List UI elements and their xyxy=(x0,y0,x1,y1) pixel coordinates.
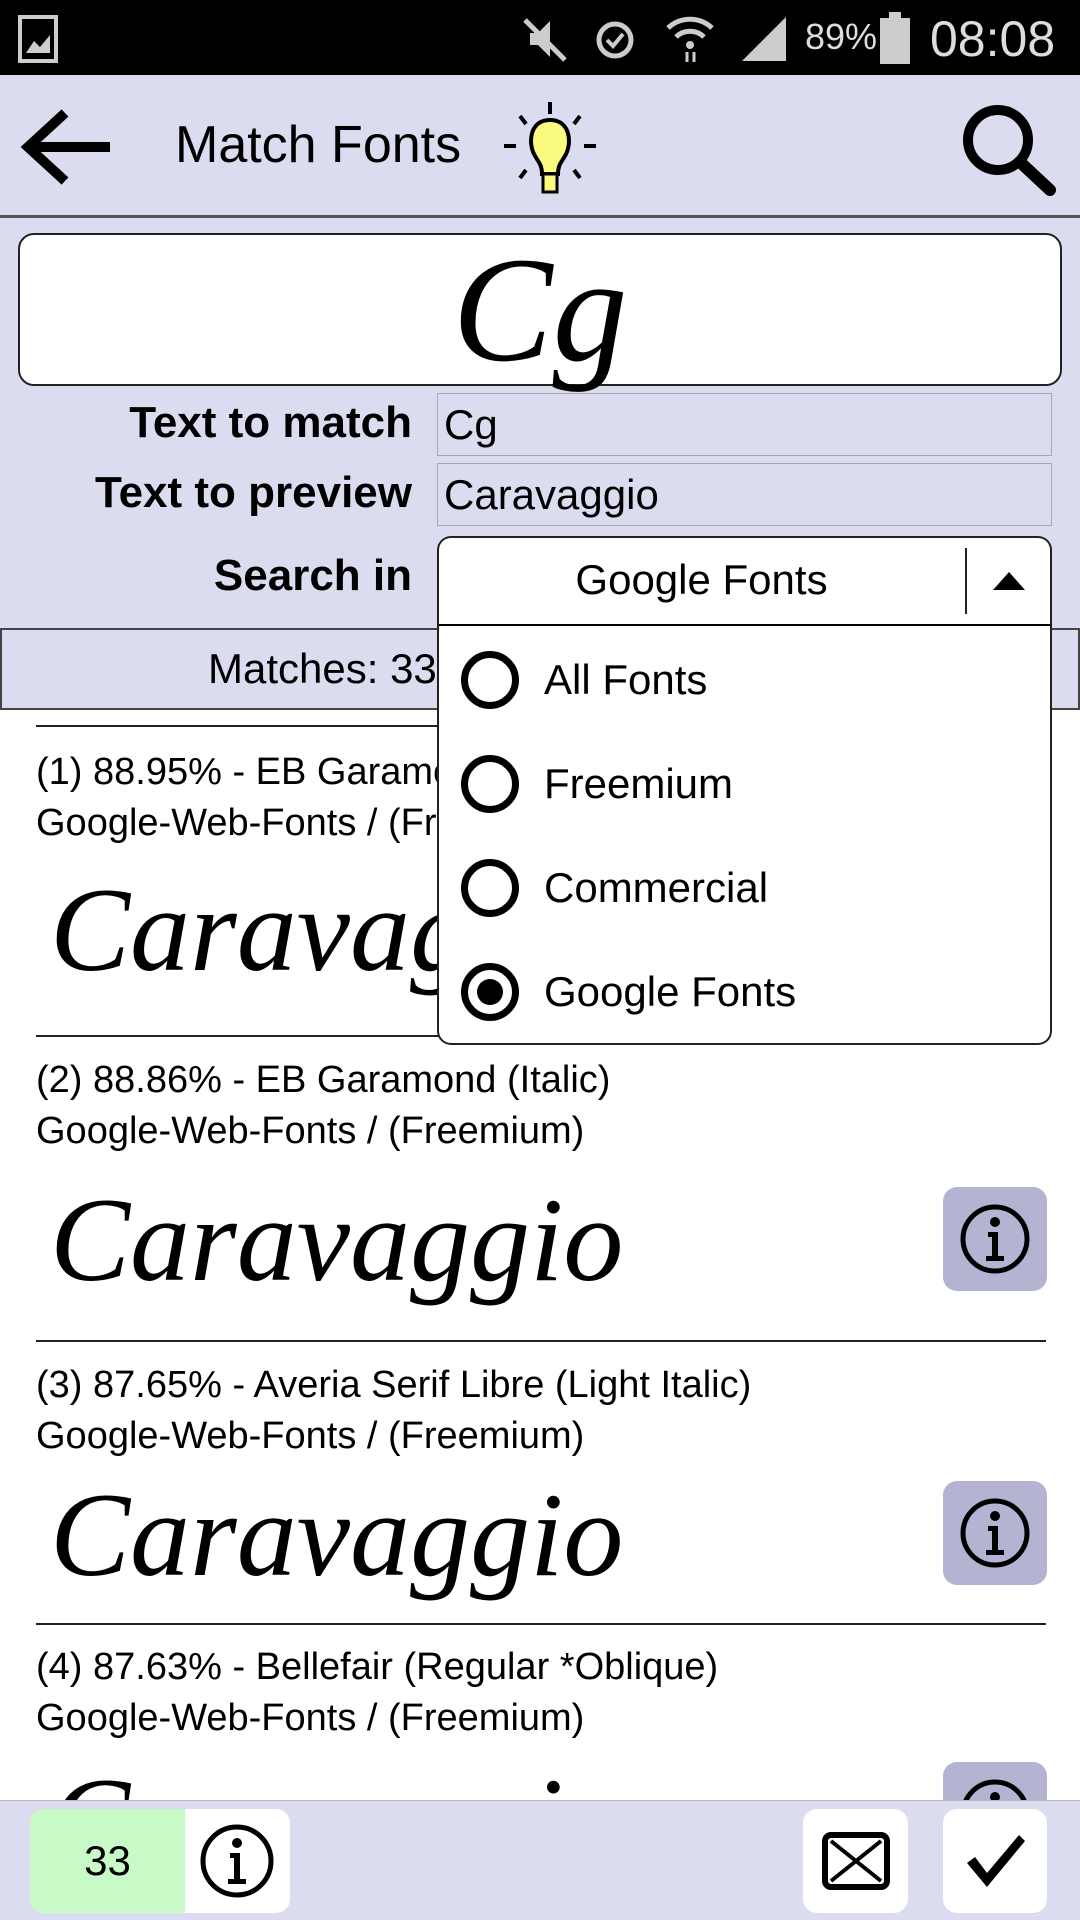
checkmark-icon xyxy=(967,1835,1025,1887)
option-all-fonts[interactable]: All Fonts xyxy=(461,640,707,720)
match-form: Cg Text to match Cg Text to preview Cara… xyxy=(0,218,1080,628)
option-commercial[interactable]: Commercial xyxy=(461,848,768,928)
option-google-fonts[interactable]: Google Fonts xyxy=(461,952,796,1032)
option-label: All Fonts xyxy=(544,656,708,703)
close-box-icon xyxy=(821,1832,890,1890)
radio-selected-icon xyxy=(461,963,519,1021)
alarm-icon xyxy=(596,21,634,59)
separator xyxy=(36,1623,1046,1625)
confirm-button[interactable] xyxy=(943,1809,1047,1913)
option-freemium[interactable]: Freemium xyxy=(461,744,733,824)
option-label: Commercial xyxy=(544,864,769,911)
search-in-label: Search in xyxy=(213,551,412,600)
text-to-preview-input[interactable]: Caravaggio xyxy=(437,463,1052,526)
caret-up-icon xyxy=(993,572,1025,590)
result-sample[interactable]: Caravaggio xyxy=(50,1755,623,1801)
battery-percent: 89% xyxy=(805,16,878,57)
match-preview: Cg xyxy=(18,233,1062,386)
result-sample[interactable]: Caravaggio xyxy=(50,1470,623,1600)
search-icon[interactable] xyxy=(958,100,1058,200)
divider xyxy=(965,548,967,614)
text-to-match-label: Text to match xyxy=(129,398,412,447)
close-button[interactable] xyxy=(803,1809,908,1913)
search-in-value: Google Fonts xyxy=(575,556,828,603)
option-label: Freemium xyxy=(544,760,734,807)
info-icon xyxy=(200,1824,274,1898)
info-icon xyxy=(960,1204,1030,1274)
status-bar: 89% 08:08 xyxy=(0,0,1080,75)
lightbulb-icon[interactable] xyxy=(500,100,600,200)
info-icon xyxy=(963,1779,1027,1800)
mute-icon xyxy=(523,18,567,62)
option-label: Google Fonts xyxy=(544,968,797,1015)
result-source: Google-Web-Fonts / (Freemium) xyxy=(36,1110,585,1152)
count-info-button[interactable]: 33 xyxy=(30,1809,290,1913)
battery-icon xyxy=(880,12,910,64)
separator xyxy=(36,1340,1046,1342)
toolbar: Match Fonts xyxy=(0,75,1080,218)
gallery-icon xyxy=(18,15,58,63)
text-to-match-input[interactable]: Cg xyxy=(437,393,1052,456)
result-title: (3) 87.65% - Averia Serif Libre (Light I… xyxy=(36,1364,752,1406)
result-title: (4) 87.63% - Bellefair (Regular *Oblique… xyxy=(36,1646,719,1688)
info-icon xyxy=(960,1498,1030,1568)
bottom-bar: 33 xyxy=(0,1800,1080,1920)
back-arrow-icon[interactable] xyxy=(20,105,115,190)
text-to-preview-label: Text to preview xyxy=(94,468,412,517)
info-button[interactable] xyxy=(943,1187,1047,1291)
radio-icon xyxy=(461,859,519,917)
signal-icon xyxy=(742,17,786,61)
search-in-dropdown[interactable]: Google Fonts xyxy=(437,536,1052,628)
result-title: (2) 88.86% - EB Garamond (Italic) xyxy=(36,1059,611,1101)
info-button[interactable] xyxy=(943,1762,1047,1800)
result-source: Google-Web-Fonts / (Freemium) xyxy=(36,1697,585,1739)
result-source: Google-Web-Fonts / (Freemium) xyxy=(36,1415,585,1457)
search-in-options: All Fonts Freemium Commercial Google Fon… xyxy=(437,626,1052,1045)
result-sample[interactable]: Caravaggio xyxy=(50,1175,623,1305)
page-title: Match Fonts xyxy=(175,116,462,174)
radio-icon xyxy=(461,755,519,813)
wifi-icon xyxy=(666,16,714,62)
match-count: 33 xyxy=(30,1809,185,1913)
clock: 08:08 xyxy=(930,11,1056,67)
radio-icon xyxy=(461,651,519,709)
info-button[interactable] xyxy=(943,1481,1047,1585)
